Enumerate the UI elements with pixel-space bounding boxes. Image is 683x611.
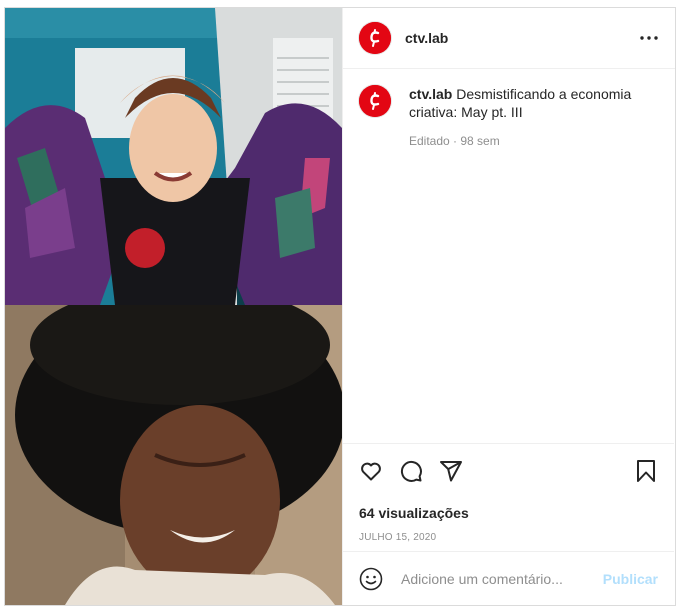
comment-icon[interactable]: [399, 459, 423, 483]
author-username[interactable]: ctv.lab: [405, 30, 448, 46]
more-options-icon[interactable]: [637, 26, 661, 50]
caption-text: ctv.lab Desmistificando a economia criat…: [409, 85, 639, 121]
post-edited-meta: Editado · 98 sem: [409, 134, 500, 148]
action-bar: [343, 444, 674, 484]
comment-input[interactable]: [399, 569, 603, 588]
heart-icon[interactable]: [359, 459, 383, 483]
caption-section: ctv.lab Desmistificando a economia criat…: [343, 69, 674, 443]
post-side-panel: ctv.lab ctv.lab Desmistificando a econom…: [342, 8, 675, 605]
comment-bar: Publicar: [343, 551, 674, 605]
caption-username[interactable]: ctv.lab: [409, 86, 452, 102]
post-date[interactable]: JULHO 15, 2020: [343, 521, 674, 543]
publish-button[interactable]: Publicar: [603, 571, 658, 587]
bookmark-icon[interactable]: [634, 459, 658, 483]
video-frame-bottom-image: [5, 305, 342, 605]
instagram-post: ctv.lab ctv.lab Desmistificando a econom…: [4, 7, 676, 606]
caption-avatar[interactable]: [359, 85, 391, 117]
post-media[interactable]: [5, 8, 342, 605]
video-frame-top: [5, 8, 342, 305]
views-count[interactable]: 64 visualizações: [343, 484, 674, 521]
video-frame-bottom: [5, 305, 342, 605]
actions-section: 64 visualizações JULHO 15, 2020: [343, 443, 674, 543]
ctv-logo-icon: [359, 85, 391, 117]
ctv-logo-icon: [359, 22, 391, 54]
author-avatar[interactable]: [359, 22, 391, 54]
emoji-icon[interactable]: [359, 567, 383, 591]
post-header: ctv.lab: [343, 8, 675, 69]
share-icon[interactable]: [439, 459, 463, 483]
video-frame-top-image: [5, 8, 342, 305]
